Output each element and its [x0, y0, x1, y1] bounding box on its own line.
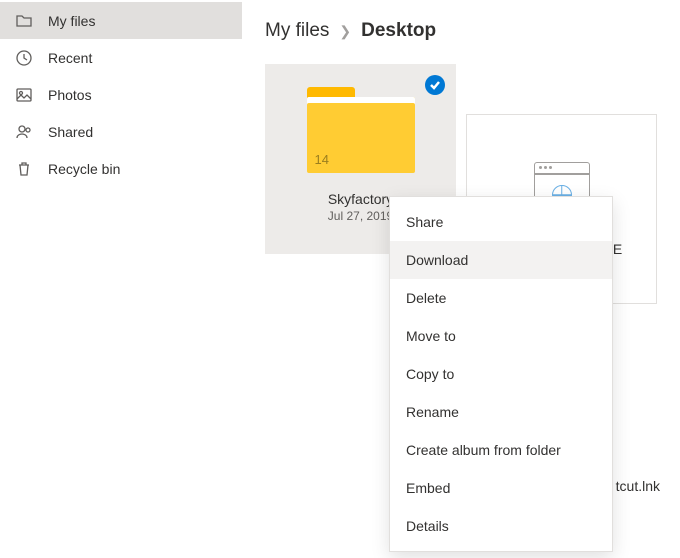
- context-menu-rename[interactable]: Rename: [390, 393, 612, 431]
- context-menu: Share Download Delete Move to Copy to Re…: [389, 196, 613, 552]
- context-menu-embed[interactable]: Embed: [390, 469, 612, 507]
- sidebar-item-my-files[interactable]: My files: [0, 2, 242, 39]
- sidebar-item-label: Recent: [48, 50, 92, 66]
- selected-check-icon[interactable]: [425, 75, 445, 95]
- folder-item-count: 14: [315, 152, 329, 167]
- sidebar-item-label: Shared: [48, 124, 93, 140]
- tile-date: Jul 27, 2019: [328, 209, 393, 223]
- context-menu-create-album[interactable]: Create album from folder: [390, 431, 612, 469]
- sidebar-item-recent[interactable]: Recent: [0, 39, 242, 76]
- context-menu-download[interactable]: Download: [390, 241, 612, 279]
- context-menu-details[interactable]: Details: [390, 507, 612, 545]
- trash-icon: [14, 159, 34, 179]
- breadcrumb-root[interactable]: My files: [265, 20, 329, 42]
- sidebar: My files Recent Photos Shared Recycle bi…: [0, 0, 242, 558]
- breadcrumb-current: Desktop: [361, 20, 436, 42]
- person-icon: [14, 122, 34, 142]
- sidebar-item-label: Recycle bin: [48, 161, 120, 177]
- context-menu-share[interactable]: Share: [390, 203, 612, 241]
- photo-icon: [14, 85, 34, 105]
- context-menu-delete[interactable]: Delete: [390, 279, 612, 317]
- sidebar-item-photos[interactable]: Photos: [0, 76, 242, 113]
- folder-icon: 14: [307, 87, 415, 173]
- context-menu-copy-to[interactable]: Copy to: [390, 355, 612, 393]
- truncated-filename-suffix: tcut.lnk: [616, 478, 660, 494]
- breadcrumb: My files ❯ Desktop: [257, 20, 680, 42]
- sidebar-item-label: Photos: [48, 87, 92, 103]
- context-menu-move-to[interactable]: Move to: [390, 317, 612, 355]
- tile-name: Skyfactory: [328, 191, 393, 207]
- clock-icon: [14, 48, 34, 68]
- main-content: My files ❯ Desktop 14 Skyfactory Jul 27,…: [242, 0, 680, 558]
- folder-icon: [14, 11, 34, 31]
- sidebar-item-shared[interactable]: Shared: [0, 113, 242, 150]
- sidebar-item-label: My files: [48, 13, 95, 29]
- sidebar-item-recycle-bin[interactable]: Recycle bin: [0, 150, 242, 187]
- chevron-right-icon: ❯: [339, 23, 351, 40]
